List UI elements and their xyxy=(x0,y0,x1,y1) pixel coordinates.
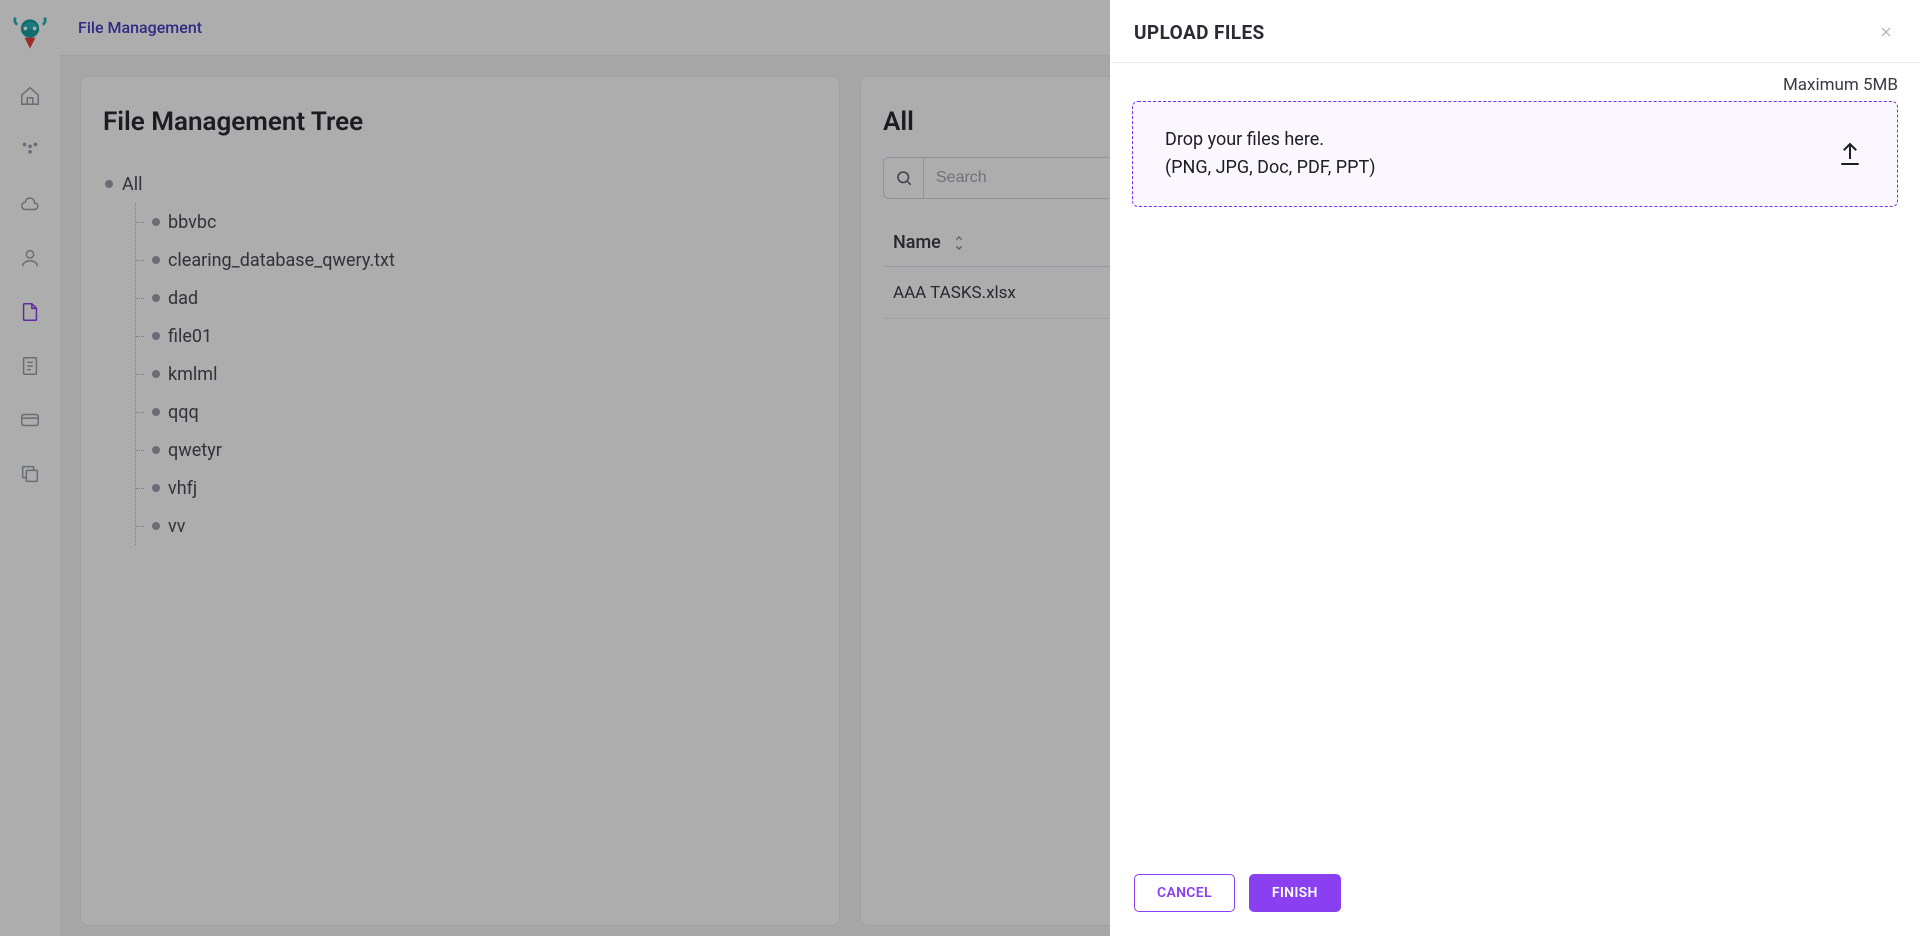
drop-text: Drop your files here. (PNG, JPG, Doc, PD… xyxy=(1165,126,1375,182)
drawer-body: Maximum 5MB Drop your files here. (PNG, … xyxy=(1110,63,1920,856)
upload-icon xyxy=(1835,139,1865,169)
close-button[interactable] xyxy=(1872,18,1900,46)
drawer-title: UPLOAD FILES xyxy=(1134,21,1265,44)
upload-drawer: UPLOAD FILES Maximum 5MB Drop your files… xyxy=(1110,0,1920,936)
dropzone[interactable]: Drop your files here. (PNG, JPG, Doc, PD… xyxy=(1132,101,1898,207)
close-icon xyxy=(1878,24,1894,40)
finish-button[interactable]: FINISH xyxy=(1249,874,1341,912)
max-size-label: Maximum 5MB xyxy=(1132,63,1898,101)
drawer-header: UPLOAD FILES xyxy=(1110,0,1920,63)
drop-line1: Drop your files here. xyxy=(1165,126,1375,154)
cancel-button[interactable]: CANCEL xyxy=(1134,874,1235,912)
drawer-footer: CANCEL FINISH xyxy=(1110,856,1920,936)
drop-line2: (PNG, JPG, Doc, PDF, PPT) xyxy=(1165,154,1375,182)
